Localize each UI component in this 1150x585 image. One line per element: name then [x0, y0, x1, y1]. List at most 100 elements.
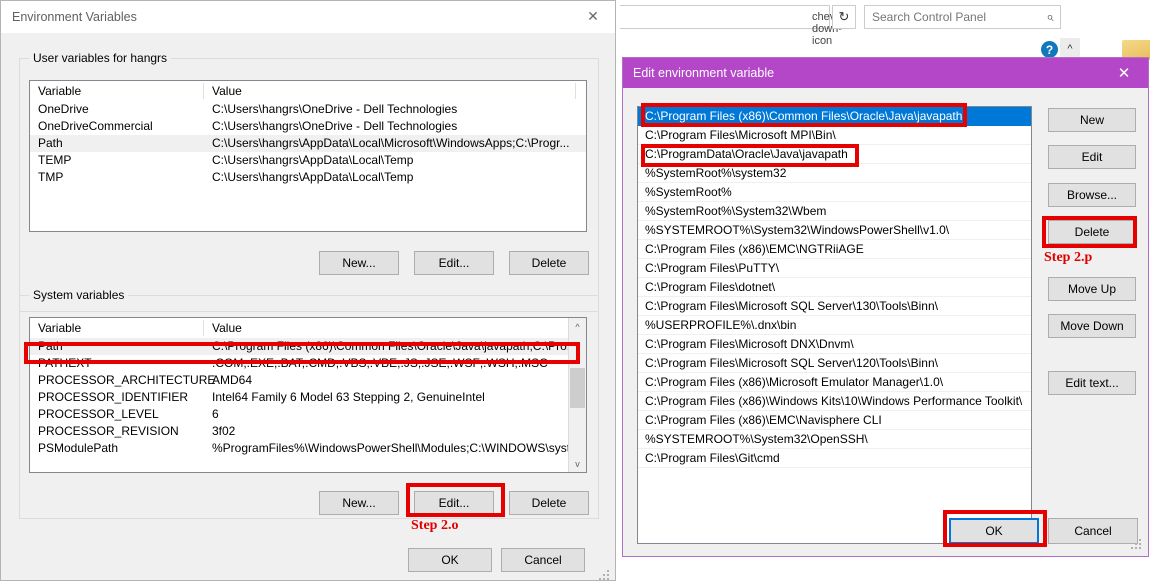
path-entry-row[interactable]: C:\Program Files (x86)\Common Files\Orac…: [638, 107, 1031, 126]
screen-root: chevron-down-icon ↻ Search Control Panel…: [0, 0, 1150, 585]
path-entry-row[interactable]: %USERPROFILE%\.dnx\bin: [638, 316, 1031, 335]
table-row[interactable]: Path C:\Program Files (x86)\Common Files\…: [30, 338, 577, 355]
table-row[interactable]: PROCESSOR_IDENTIFIER Intel64 Family 6 Mod…: [30, 389, 569, 406]
cell-variable: PROCESSOR_REVISION: [38, 424, 179, 438]
table-row[interactable]: OneDrive C:\Users\hangrs\OneDrive - Dell …: [30, 101, 586, 118]
environment-variables-window: Environment Variables ✕ User variables f…: [0, 0, 616, 581]
path-entries-list[interactable]: C:\Program Files (x86)\Common Files\Orac…: [637, 106, 1032, 544]
path-entry-row[interactable]: C:\Program Files\Microsoft DNX\Dnvm\: [638, 335, 1031, 354]
table-row[interactable]: TMP C:\Users\hangrs\AppData\Local\Temp: [30, 169, 586, 186]
scroll-down-icon[interactable]: v: [569, 455, 586, 472]
delete-button[interactable]: Delete: [1048, 220, 1136, 244]
cell-value: C:\Users\hangrs\AppData\Local\Temp: [212, 170, 414, 184]
path-entry-row[interactable]: C:\Program Files\PuTTY\: [638, 259, 1031, 278]
search-control-panel-box[interactable]: Search Control Panel ⌕: [864, 5, 1061, 29]
environment-variables-body: User variables for hangrs Variable Value…: [1, 33, 615, 580]
resize-grip[interactable]: [599, 570, 611, 582]
system-new-button[interactable]: New...: [319, 491, 399, 515]
environment-variables-titlebar: Environment Variables ✕: [1, 1, 615, 33]
cell-variable: PROCESSOR_LEVEL: [38, 407, 159, 421]
path-entry-row[interactable]: C:\ProgramData\Oracle\Java\javapath: [638, 145, 1031, 164]
move-up-button[interactable]: Move Up: [1048, 277, 1136, 301]
cell-variable: PATHEXT: [38, 356, 92, 370]
system-variables-rows: Path C:\Program Files (x86)\Common Files\…: [30, 338, 580, 472]
table-row[interactable]: PATHEXT .COM;.EXE;.BAT;.CMD;.VBS;.VBE;.JS…: [30, 355, 569, 372]
help-icon[interactable]: ?: [1041, 41, 1058, 58]
edit-dialog-cancel-button[interactable]: Cancel: [1048, 518, 1138, 544]
edit-button[interactable]: Edit: [1048, 145, 1136, 169]
cell-value: AMD64: [212, 373, 253, 387]
cell-variable: TEMP: [38, 153, 72, 167]
new-button[interactable]: New: [1048, 108, 1136, 132]
cell-value: C:\Users\hangrs\AppData\Local\Temp: [212, 153, 414, 167]
user-variables-rows: OneDrive C:\Users\hangrs\OneDrive - Dell …: [30, 101, 586, 231]
step-2p-label: Step 2.p: [1044, 250, 1093, 265]
table-row[interactable]: Path C:\Users\hangrs\AppData\Local\Micros…: [30, 135, 586, 152]
chevron-down-icon[interactable]: chevron-down-icon: [812, 11, 855, 47]
user-delete-button[interactable]: Delete: [509, 251, 589, 275]
edit-dialog-titlebar: Edit environment variable ✕: [623, 58, 1148, 88]
system-variables-list[interactable]: Variable Value Path C:\Program Files (x86…: [29, 317, 587, 473]
column-header-variable[interactable]: Variable: [38, 321, 81, 335]
search-icon[interactable]: ⌕: [1040, 9, 1060, 25]
cell-value: C:\Users\hangrs\OneDrive - Dell Technolo…: [212, 102, 458, 116]
path-entry-row[interactable]: %SystemRoot%\system32: [638, 164, 1031, 183]
column-header-variable[interactable]: Variable: [38, 84, 81, 98]
address-field[interactable]: [620, 5, 830, 29]
column-header-value[interactable]: Value: [212, 84, 242, 98]
scrollbar-thumb[interactable]: [570, 368, 585, 408]
cell-value: C:\Users\hangrs\OneDrive - Dell Technolo…: [212, 119, 458, 133]
system-variables-list-header: Variable Value: [30, 318, 586, 338]
table-row[interactable]: PROCESSOR_LEVEL 6: [30, 406, 569, 423]
table-row[interactable]: OneDriveCommercial C:\Users\hangrs\OneDri…: [30, 118, 586, 135]
path-entry-row[interactable]: C:\Program Files\Git\cmd: [638, 449, 1031, 468]
cell-value: .COM;.EXE;.BAT;.CMD;.VBS;.VBE;.JS;.JSE;.…: [212, 356, 548, 370]
user-new-button[interactable]: New...: [319, 251, 399, 275]
column-divider[interactable]: [575, 83, 576, 99]
system-edit-button[interactable]: Edit...: [414, 491, 494, 515]
system-variables-scrollbar[interactable]: ^ v: [568, 318, 586, 472]
path-entry-row[interactable]: C:\Program Files (x86)\EMC\Navisphere CL…: [638, 411, 1031, 430]
cell-variable: PSModulePath: [38, 441, 119, 455]
user-variables-legend: User variables for hangrs: [29, 51, 172, 65]
path-entry-row[interactable]: C:\Program Files (x86)\Windows Kits\10\W…: [638, 392, 1031, 411]
cell-variable: OneDriveCommercial: [38, 119, 153, 133]
path-entry-row[interactable]: C:\Program Files (x86)\Microsoft Emulato…: [638, 373, 1031, 392]
table-row[interactable]: PSModulePath %ProgramFiles%\WindowsPowerS…: [30, 440, 580, 457]
table-row[interactable]: PROCESSOR_REVISION 3f02: [30, 423, 569, 440]
path-entry-row[interactable]: %SYSTEMROOT%\System32\OpenSSH\: [638, 430, 1031, 449]
edit-dialog-ok-button[interactable]: OK: [949, 518, 1039, 544]
path-entry-row[interactable]: C:\Program Files (x86)\EMC\NGTRiiAGE: [638, 240, 1031, 259]
refresh-icon[interactable]: ↻: [832, 5, 856, 29]
search-input-placeholder[interactable]: Search Control Panel: [865, 10, 1040, 24]
user-edit-button[interactable]: Edit...: [414, 251, 494, 275]
cell-value: 3f02: [212, 424, 236, 438]
ok-button[interactable]: OK: [408, 548, 492, 572]
move-down-button[interactable]: Move Down: [1048, 314, 1136, 338]
path-entry-row[interactable]: %SystemRoot%\System32\Wbem: [638, 202, 1031, 221]
system-variables-legend: System variables: [29, 288, 129, 302]
edit-text-button[interactable]: Edit text...: [1048, 371, 1136, 395]
path-entry-row[interactable]: C:\Program Files\Microsoft SQL Server\12…: [638, 354, 1031, 373]
resize-grip[interactable]: [1131, 539, 1143, 551]
table-row[interactable]: PROCESSOR_ARCHITECTURE AMD64: [30, 372, 569, 389]
scroll-up-icon[interactable]: ^: [569, 318, 586, 335]
cell-value: %ProgramFiles%\WindowsPowerShell\Modules…: [212, 441, 581, 455]
column-divider[interactable]: [203, 320, 204, 336]
path-entry-row[interactable]: %SYSTEMROOT%\System32\WindowsPowerShell\…: [638, 221, 1031, 240]
cell-variable: PROCESSOR_ARCHITECTURE: [38, 373, 216, 387]
path-entry-row[interactable]: C:\Program Files\Microsoft SQL Server\13…: [638, 297, 1031, 316]
path-entry-row[interactable]: C:\Program Files\dotnet\: [638, 278, 1031, 297]
column-divider[interactable]: [203, 83, 204, 99]
user-variables-list[interactable]: Variable Value OneDrive C:\Users\hangrs\O…: [29, 80, 587, 232]
cancel-button[interactable]: Cancel: [501, 548, 585, 572]
cell-value: Intel64 Family 6 Model 63 Stepping 2, Ge…: [212, 390, 485, 404]
close-icon[interactable]: ✕: [1104, 58, 1144, 88]
column-header-value[interactable]: Value: [212, 321, 242, 335]
system-delete-button[interactable]: Delete: [509, 491, 589, 515]
path-entry-row[interactable]: C:\Program Files\Microsoft MPI\Bin\: [638, 126, 1031, 145]
close-icon[interactable]: ✕: [571, 1, 615, 32]
table-row[interactable]: TEMP C:\Users\hangrs\AppData\Local\Temp: [30, 152, 586, 169]
path-entry-row[interactable]: %SystemRoot%: [638, 183, 1031, 202]
browse-button[interactable]: Browse...: [1048, 183, 1136, 207]
